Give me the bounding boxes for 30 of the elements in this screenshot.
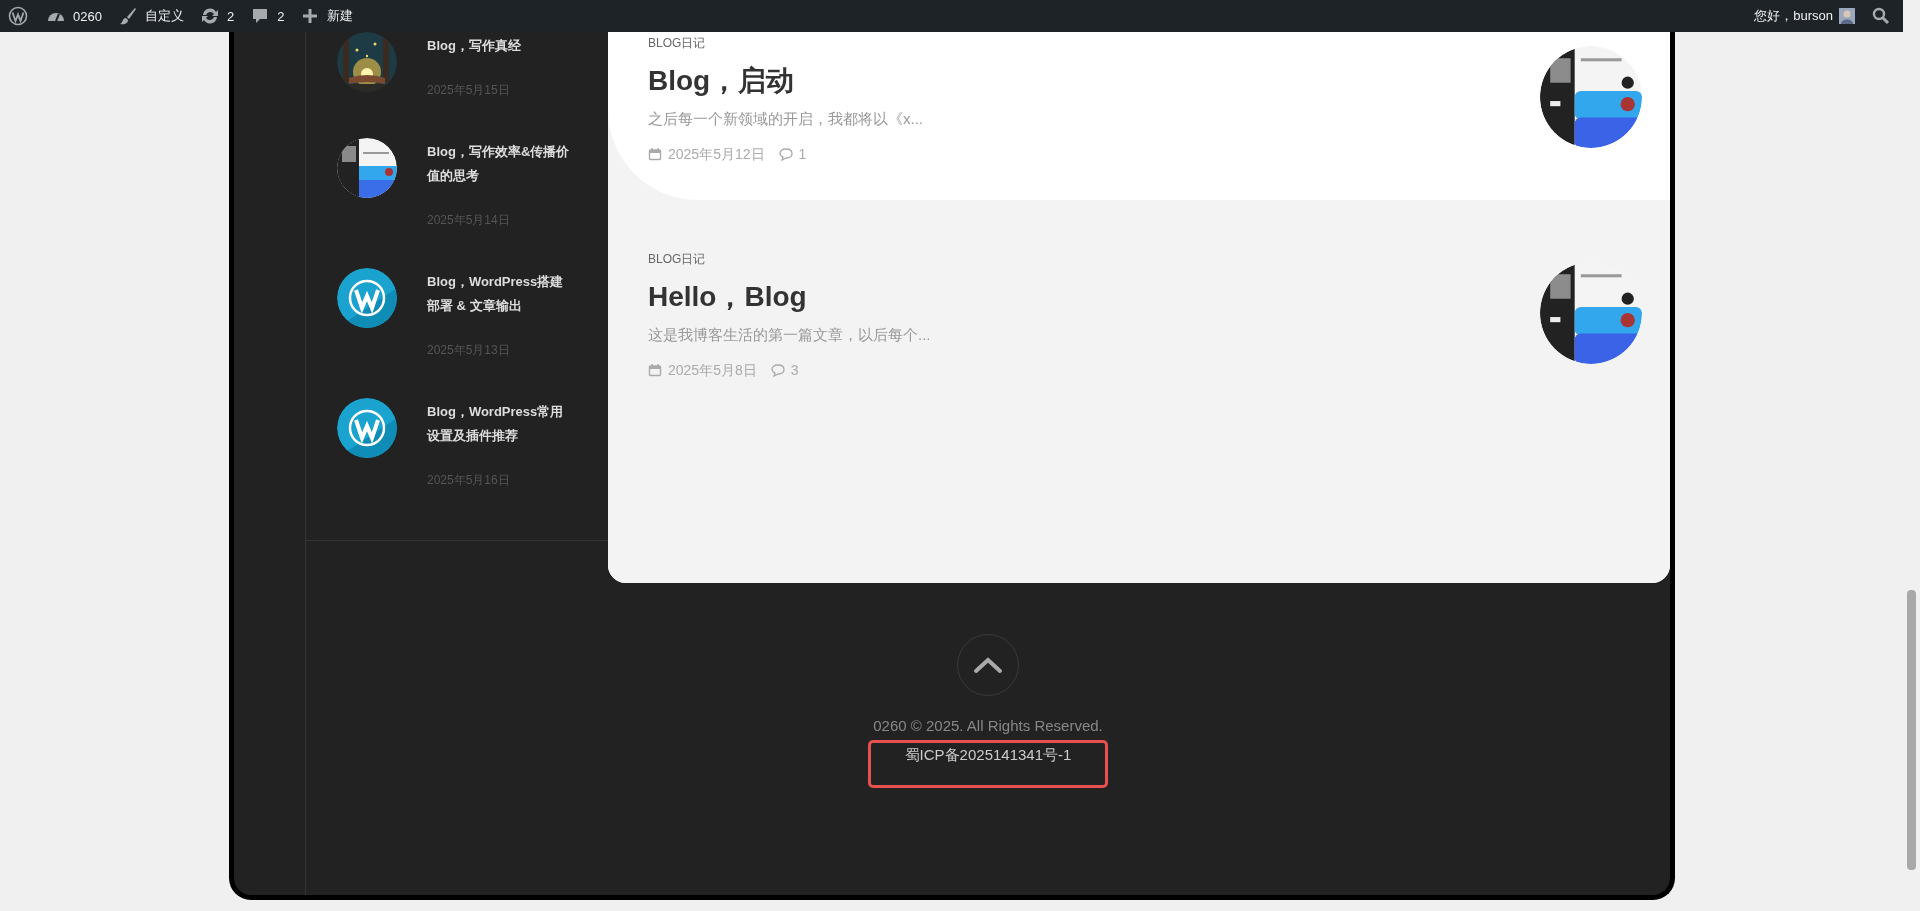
calendar-icon (648, 363, 662, 377)
comments-menu[interactable]: 2 (250, 6, 285, 26)
scrollbar-thumb[interactable] (1907, 590, 1916, 870)
account-menu[interactable]: 您好，burson (1754, 7, 1855, 25)
post-date: 2025年5月12日 (668, 145, 765, 164)
post-title-link[interactable]: Hello，Blog (648, 280, 931, 314)
speech-bubble-icon (778, 147, 793, 161)
post-excerpt: 这是我博客生活的第一篇文章，以后每个... (648, 325, 931, 345)
updates-menu[interactable]: 2 (199, 6, 235, 26)
icp-link[interactable]: 蜀ICP备2025141341号-1 (904, 745, 1072, 785)
calendar-icon (648, 147, 662, 161)
category-link[interactable]: BLOG日记 (648, 250, 931, 268)
site-menu[interactable]: 0260 (46, 6, 102, 26)
copyright-text: 0260 © 2025. All Rights Reserved. (873, 716, 1103, 736)
avatar-icon (1839, 8, 1855, 24)
speech-bubble-icon (770, 363, 785, 377)
wordpress-logo-icon[interactable] (8, 6, 28, 26)
post-title-link[interactable]: Blog，写作效率&传播价值的思考 (427, 140, 572, 188)
post-date: 2025年5月8日 (668, 361, 757, 380)
category-link[interactable]: BLOG日记 (648, 34, 923, 52)
refresh-icon (199, 6, 220, 26)
post-title-link[interactable]: Blog，写作真经 (427, 34, 572, 58)
post-excerpt: 之后每一个新领域的开启，我都将以《x... (648, 109, 923, 129)
customize-menu[interactable]: 自定义 (117, 6, 184, 26)
search-icon[interactable] (1871, 6, 1891, 26)
new-menu[interactable]: 新建 (300, 6, 354, 26)
chevron-up-icon (973, 655, 1003, 675)
post-title-link[interactable]: Blog，WordPress搭建部署 & 文章输出 (427, 270, 572, 318)
post-title-link[interactable]: Blog，启动 (648, 64, 923, 98)
post-title-link[interactable]: Blog，WordPress常用设置及插件推荐 (427, 400, 572, 448)
